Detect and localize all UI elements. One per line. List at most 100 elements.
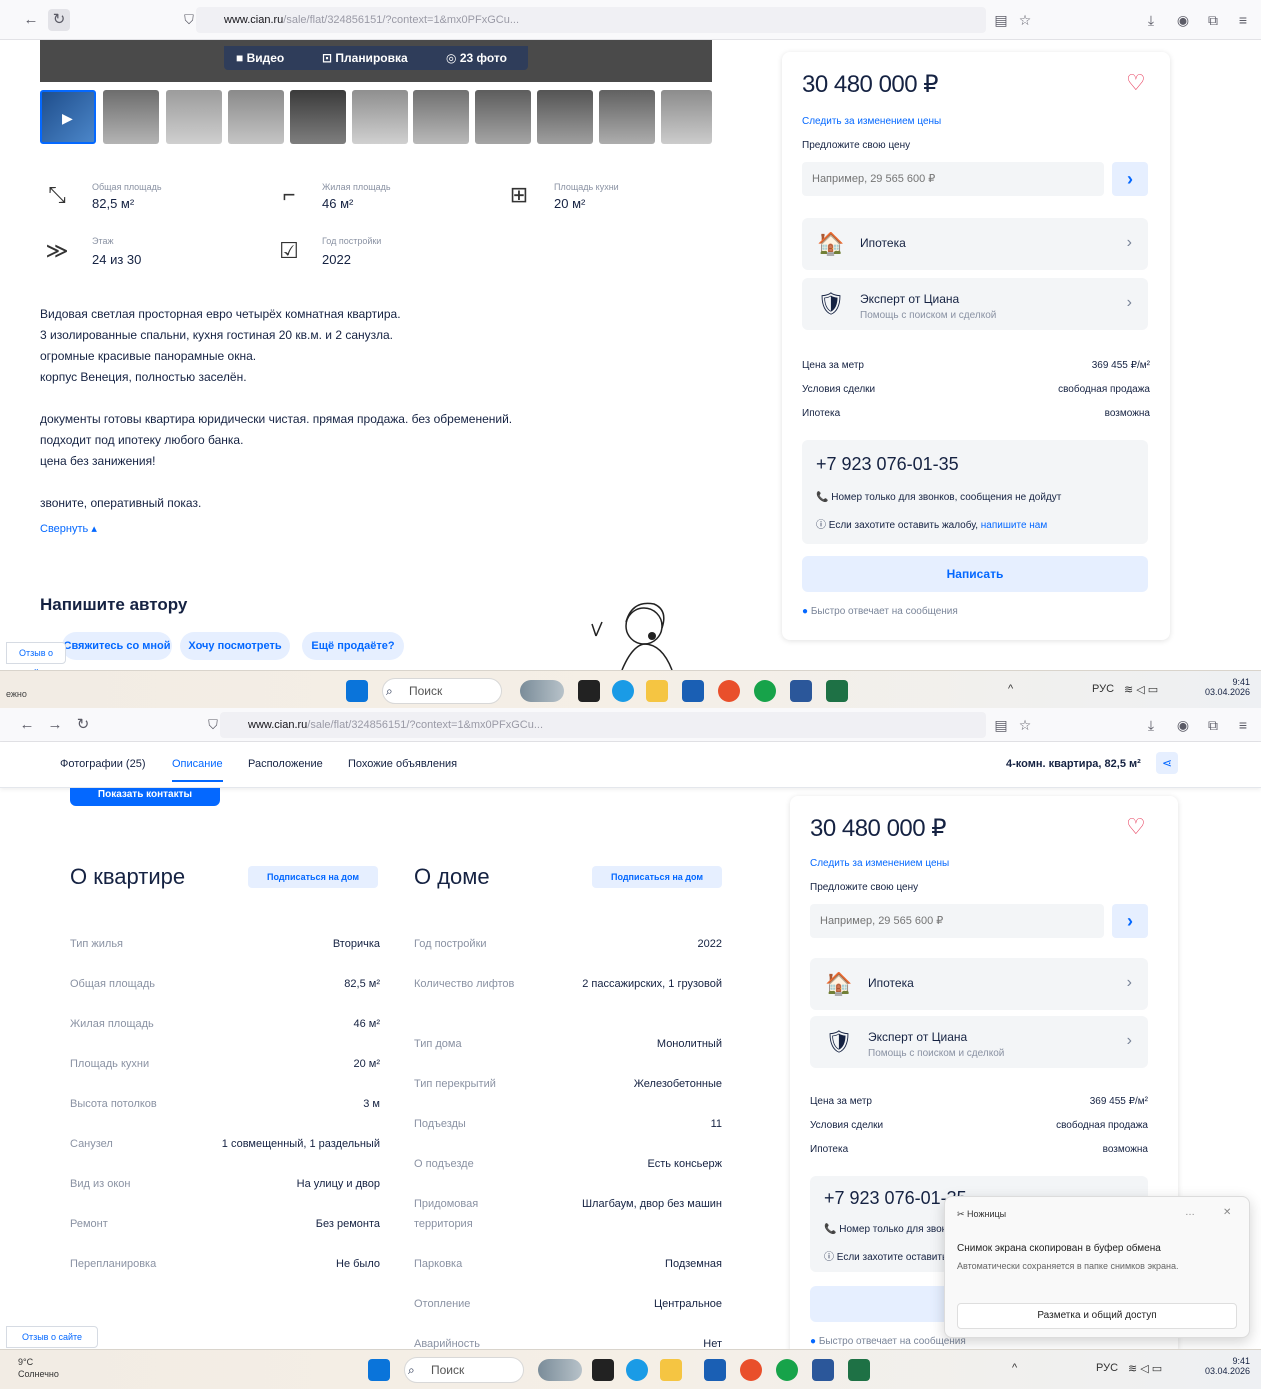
- bookmark-star-icon[interactable]: ☆: [1014, 9, 1036, 31]
- weather-widget[interactable]: ежно: [6, 689, 27, 699]
- tab-location[interactable]: Расположение: [248, 758, 323, 770]
- gallery-tab-photos[interactable]: ◎ 23 фото: [446, 46, 507, 70]
- feedback-tab[interactable]: Отзыв о сайте: [6, 1326, 98, 1348]
- reader-view-icon[interactable]: ▤: [990, 714, 1012, 736]
- chat-icon[interactable]: [776, 1359, 798, 1381]
- thumbnail[interactable]: [475, 90, 531, 144]
- menu-icon[interactable]: ≡: [1232, 714, 1254, 736]
- thumbnail[interactable]: [413, 90, 469, 144]
- taskbar-search[interactable]: Поиск: [404, 1357, 524, 1383]
- chevron-right-icon[interactable]: ›: [1112, 162, 1148, 196]
- thumbnail-video[interactable]: ▶: [40, 90, 96, 144]
- store-icon[interactable]: [682, 680, 704, 702]
- menu-icon[interactable]: ≡: [1232, 9, 1254, 31]
- explorer-icon[interactable]: [646, 680, 668, 702]
- reader-view-icon[interactable]: ▤: [990, 9, 1012, 31]
- reload-icon[interactable]: ↻: [72, 714, 94, 736]
- download-icon[interactable]: ⤓: [1140, 714, 1162, 736]
- clock-icon: ●: [810, 1336, 819, 1347]
- track-price-link[interactable]: Следить за изменением цены: [810, 858, 949, 869]
- tab-photos[interactable]: Фотографии (25): [60, 758, 145, 770]
- windows-start-icon[interactable]: [346, 680, 368, 702]
- firefox-icon[interactable]: [740, 1359, 762, 1381]
- chevron-right-icon[interactable]: ›: [1112, 904, 1148, 938]
- chip-contact-me[interactable]: Свяжитесь со мной: [62, 632, 172, 660]
- illustration-girl: [591, 602, 673, 670]
- word-icon[interactable]: [812, 1359, 834, 1381]
- weather-widget[interactable]: 9°C Солнечно: [18, 1356, 59, 1380]
- track-price-link[interactable]: Следить за изменением цены: [802, 116, 941, 127]
- word-icon[interactable]: [790, 680, 812, 702]
- account-icon[interactable]: ◉: [1172, 714, 1194, 736]
- write-us-link[interactable]: напишите нам: [981, 520, 1047, 531]
- thumbnail[interactable]: [352, 90, 408, 144]
- tab-description[interactable]: Описание: [172, 758, 223, 782]
- heart-icon[interactable]: ♡: [1126, 814, 1146, 840]
- offer-price-input[interactable]: [802, 162, 1104, 196]
- chat-icon[interactable]: [754, 680, 776, 702]
- taskview-icon[interactable]: [592, 1359, 614, 1381]
- phone-number[interactable]: +7 923 076-01-35: [816, 454, 959, 475]
- thumbnail[interactable]: [661, 90, 712, 144]
- feedback-tab[interactable]: Отзыв о сайте: [6, 642, 66, 678]
- subscribe-house-button[interactable]: Подписаться на дом: [248, 866, 378, 888]
- thumbnail[interactable]: [599, 90, 655, 144]
- back-arrow-icon[interactable]: ←: [20, 9, 42, 31]
- back-arrow-icon[interactable]: ←: [16, 714, 38, 736]
- toast-action-button[interactable]: Разметка и общий доступ: [957, 1303, 1237, 1329]
- windows-start-icon[interactable]: [368, 1359, 390, 1381]
- bookmark-star-icon[interactable]: ☆: [1014, 714, 1036, 736]
- subscribe-house-button[interactable]: Подписаться на дом: [592, 866, 722, 888]
- share-icon[interactable]: ⋖: [1156, 752, 1178, 774]
- taskview-icon[interactable]: [578, 680, 600, 702]
- language-indicator[interactable]: РУС: [1092, 683, 1114, 695]
- wifi-icon[interactable]: ≋ ◁ ▭: [1124, 683, 1158, 696]
- offer-price-input[interactable]: [810, 904, 1104, 938]
- tab-similar[interactable]: Похожие объявления: [348, 758, 457, 770]
- explorer-icon[interactable]: [660, 1359, 682, 1381]
- mortgage-button[interactable]: 🏠 Ипотека ›: [802, 218, 1148, 270]
- thumbnail[interactable]: [290, 90, 346, 144]
- language-indicator[interactable]: РУС: [1096, 1362, 1118, 1374]
- address-bar[interactable]: www.cian.ru/sale/flat/324856151/?context…: [220, 712, 986, 738]
- taskbar-search[interactable]: Поиск: [382, 678, 502, 704]
- expert-button[interactable]: 🛡 Эксперт от Циана Помощь с поиском и сд…: [802, 278, 1148, 330]
- thumbnail[interactable]: [537, 90, 593, 144]
- thumbnail[interactable]: [166, 90, 222, 144]
- reload-icon[interactable]: ↻: [48, 9, 70, 31]
- store-icon[interactable]: [704, 1359, 726, 1381]
- write-button[interactable]: Написать: [802, 556, 1148, 592]
- excel-icon[interactable]: [848, 1359, 870, 1381]
- tray-chevron-icon[interactable]: ^: [1008, 683, 1013, 695]
- mortgage-button[interactable]: 🏠 Ипотека ›: [810, 958, 1148, 1010]
- gallery-tab-video[interactable]: ■ Видео: [236, 46, 284, 70]
- collapse-link[interactable]: Свернуть ▴: [40, 522, 97, 535]
- wifi-icon[interactable]: ≋ ◁ ▭: [1128, 1362, 1162, 1375]
- widget-icon[interactable]: [520, 680, 564, 702]
- clock[interactable]: 9:41 03.04.2026: [1196, 1356, 1250, 1376]
- download-icon[interactable]: ⤓: [1140, 9, 1162, 31]
- expert-button[interactable]: 🛡 Эксперт от Циана Помощь с поиском и сд…: [810, 1016, 1148, 1068]
- firefox-icon[interactable]: [718, 680, 740, 702]
- extensions-icon[interactable]: ⧉: [1202, 714, 1224, 736]
- edge-icon[interactable]: [626, 1359, 648, 1381]
- extensions-icon[interactable]: ⧉: [1202, 9, 1224, 31]
- thumbnail[interactable]: [103, 90, 159, 144]
- gallery-tab-plan[interactable]: ⊡ Планировка: [322, 46, 408, 70]
- thumbnail[interactable]: [228, 90, 284, 144]
- edge-icon[interactable]: [612, 680, 634, 702]
- chip-still-selling[interactable]: Ещё продаёте?: [302, 632, 404, 660]
- excel-icon[interactable]: [826, 680, 848, 702]
- show-contacts-button[interactable]: Показать контакты: [70, 788, 220, 806]
- account-icon[interactable]: ◉: [1172, 9, 1194, 31]
- close-icon[interactable]: ✕: [1223, 1207, 1231, 1218]
- address-bar[interactable]: www.cian.ru/sale/flat/324856151/?context…: [196, 7, 986, 33]
- snipping-toast[interactable]: ✂ Ножницы … ✕ Снимок экрана скопирован в…: [944, 1196, 1250, 1338]
- chip-want-to-see[interactable]: Хочу посмотреть: [180, 632, 290, 660]
- clock[interactable]: 9:41 03.04.2026: [1200, 677, 1250, 697]
- tray-chevron-icon[interactable]: ^: [1012, 1362, 1017, 1374]
- more-options-icon[interactable]: …: [1185, 1207, 1195, 1218]
- heart-icon[interactable]: ♡: [1126, 70, 1146, 96]
- forward-arrow-icon[interactable]: →: [44, 714, 66, 736]
- widget-icon[interactable]: [538, 1359, 582, 1381]
